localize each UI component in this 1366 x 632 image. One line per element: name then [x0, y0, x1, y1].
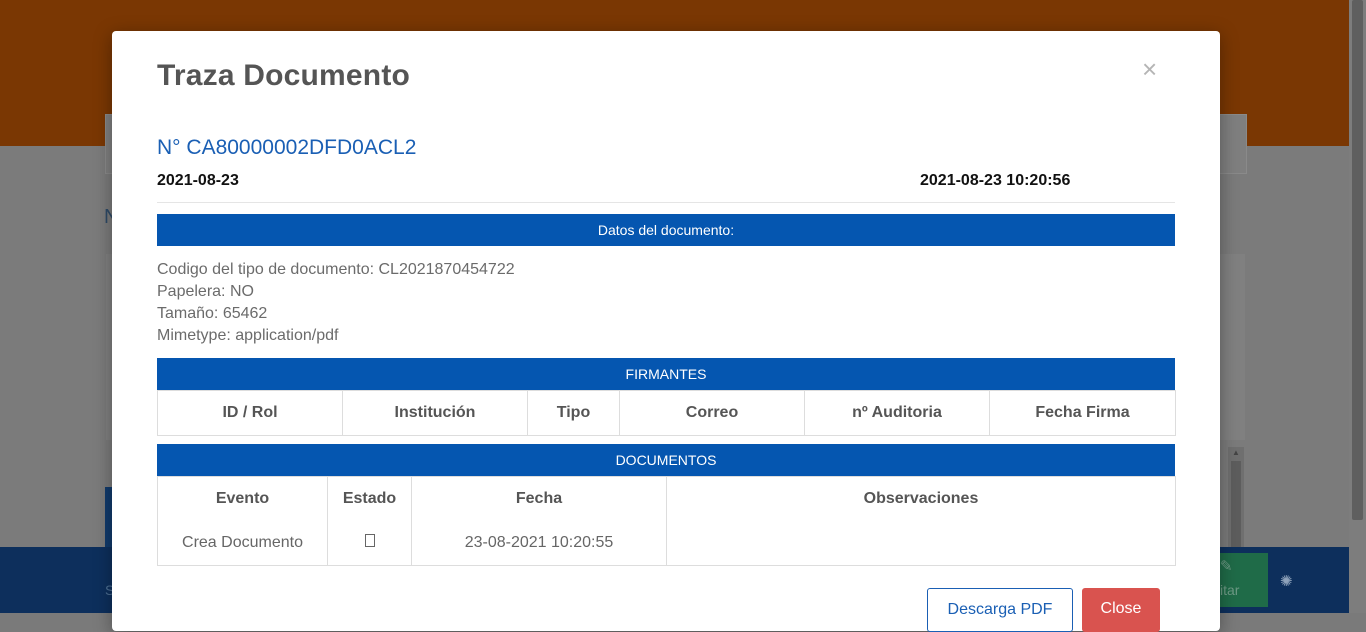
- column-header: Evento: [157, 476, 328, 521]
- traza-modal: Traza Documento × N° CA80000002DFD0ACL2 …: [112, 31, 1220, 632]
- cell-evento: Crea Documento: [157, 521, 328, 566]
- documentos-table: Evento Estado Fecha Observaciones Crea D…: [157, 476, 1176, 566]
- document-date: 2021-08-23: [157, 172, 239, 189]
- column-header: ID / Rol: [157, 390, 343, 436]
- table-row: Crea Documento 23-08-2021 10:20:55: [157, 521, 1176, 566]
- datos-section-header: Datos del documento:: [157, 214, 1175, 246]
- column-header: Tipo: [527, 390, 620, 436]
- close-icon[interactable]: ×: [1142, 55, 1157, 83]
- column-header: Institución: [342, 390, 528, 436]
- cell-fecha: 23-08-2021 10:20:55: [411, 521, 667, 566]
- table-header-row: ID / Rol Institución Tipo Correo nº Audi…: [157, 390, 1176, 436]
- document-datetime: 2021-08-23 10:20:56: [920, 172, 1071, 189]
- close-button[interactable]: Close: [1082, 588, 1160, 632]
- table-header-row: Evento Estado Fecha Observaciones: [157, 476, 1176, 521]
- documentos-section-header: DOCUMENTOS: [157, 444, 1175, 476]
- document-number: N° CA80000002DFD0ACL2: [157, 136, 417, 159]
- cell-observaciones: [666, 521, 1176, 566]
- firmantes-section-header: FIRMANTES: [157, 358, 1175, 390]
- column-header: Estado: [327, 476, 412, 521]
- divider: [157, 202, 1175, 203]
- firmantes-table: ID / Rol Institución Tipo Correo nº Audi…: [157, 390, 1176, 436]
- info-mimetype: Mimetype: application/pdf: [157, 327, 339, 344]
- column-header: Correo: [619, 390, 805, 436]
- column-header: Fecha Firma: [989, 390, 1176, 436]
- scroll-up-icon[interactable]: ▲: [1232, 448, 1240, 457]
- status-icon: [364, 534, 375, 547]
- edit-button-label: itar: [1220, 582, 1240, 598]
- edit-button[interactable]: ✎ itar: [1212, 553, 1268, 607]
- column-header: Fecha: [411, 476, 667, 521]
- cell-estado: [327, 521, 412, 566]
- pencil-icon: ✎: [1220, 558, 1233, 575]
- document-info: Codigo del tipo de documento: CL20218704…: [157, 259, 515, 347]
- page-scrollbar[interactable]: [1349, 0, 1366, 613]
- download-pdf-button[interactable]: Descarga PDF: [927, 588, 1073, 632]
- info-papelera: Papelera: NO: [157, 283, 254, 300]
- info-codigo: Codigo del tipo de documento: CL20218704…: [157, 261, 515, 278]
- column-header: nº Auditoria: [804, 390, 990, 436]
- page-scroll-thumb[interactable]: [1352, 0, 1363, 520]
- column-header: Observaciones: [666, 476, 1176, 521]
- modal-title: Traza Documento: [157, 59, 411, 92]
- spinner-icon: ✺: [1280, 573, 1293, 590]
- info-tamano: Tamaño: 65462: [157, 305, 268, 322]
- scroll-thumb[interactable]: [1231, 461, 1241, 547]
- inner-scrollbar[interactable]: ▲: [1228, 447, 1244, 547]
